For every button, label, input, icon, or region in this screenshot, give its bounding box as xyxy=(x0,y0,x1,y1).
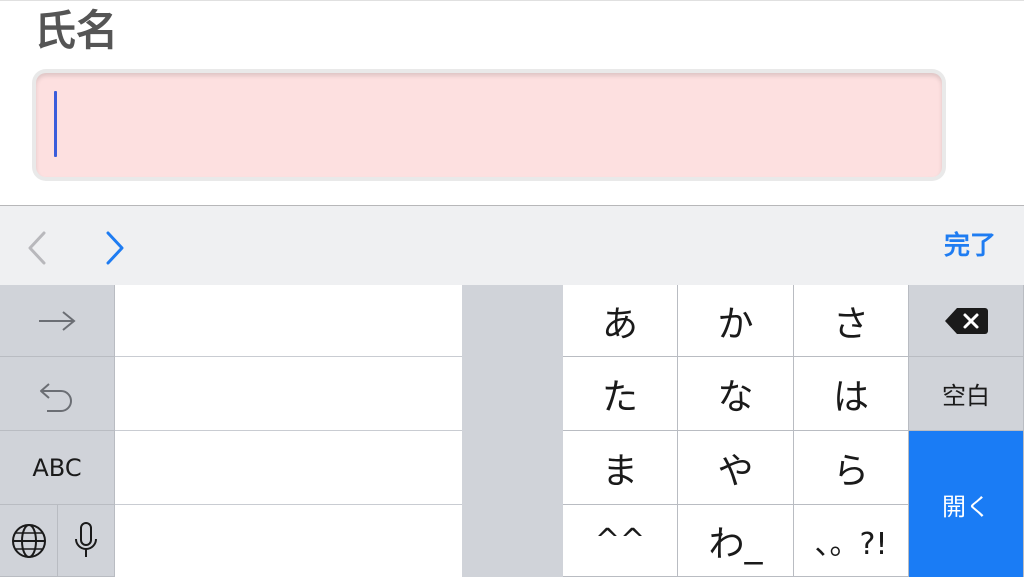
next-field-button[interactable] xyxy=(100,228,130,268)
enter-key[interactable]: 開く xyxy=(909,431,1024,577)
kana-key-a[interactable]: あ xyxy=(563,285,678,357)
undo-key[interactable] xyxy=(0,357,115,431)
kana-key-label: 、。?! xyxy=(814,526,888,562)
candidate-divider xyxy=(115,430,462,431)
kana-key-label: か xyxy=(717,303,754,345)
chevron-right-icon xyxy=(106,231,124,265)
name-input-frame xyxy=(32,69,946,181)
kana-key-sa[interactable]: さ xyxy=(794,285,909,357)
kana-key-wa[interactable]: わ_ xyxy=(678,505,794,577)
kana-key-ta[interactable]: た xyxy=(563,357,678,431)
globe-icon xyxy=(11,523,46,558)
kana-key-label: な xyxy=(717,376,754,418)
text-caret xyxy=(54,91,57,157)
keyboard-gap xyxy=(462,285,563,577)
microphone-icon xyxy=(75,521,97,557)
backspace-key[interactable] xyxy=(909,285,1024,357)
abc-key[interactable]: ABC xyxy=(0,431,115,505)
dictation-key[interactable] xyxy=(58,505,115,577)
done-button[interactable]: 完了 xyxy=(944,228,996,264)
candidate-divider xyxy=(115,504,462,505)
candidate-panel xyxy=(115,285,462,577)
form-area: 氏名 xyxy=(0,0,1024,205)
name-field-label: 氏名 xyxy=(34,6,119,55)
chevron-left-icon xyxy=(28,231,46,265)
space-key[interactable]: 空白 xyxy=(909,357,1024,431)
kana-key-ma[interactable]: ま xyxy=(563,431,678,505)
punctuation-key[interactable]: 、。?! xyxy=(794,505,909,577)
kana-key-ha[interactable]: は xyxy=(794,357,909,431)
keyboard-accessory-bar: 完了 xyxy=(0,205,1024,285)
kaomoji-key[interactable]: ^^ xyxy=(563,505,678,577)
arrow-right-icon xyxy=(39,310,76,331)
backspace-icon xyxy=(945,307,988,334)
space-key-label: 空白 xyxy=(942,382,990,410)
kana-key-label: あ xyxy=(601,303,638,345)
kana-key-label: や xyxy=(717,450,754,492)
kana-key-label: さ xyxy=(832,303,869,345)
kana-key-ya[interactable]: や xyxy=(678,431,794,505)
globe-key[interactable] xyxy=(0,505,58,577)
candidate-divider xyxy=(115,356,462,357)
previous-field-button[interactable] xyxy=(24,228,54,268)
name-input[interactable] xyxy=(36,73,942,177)
kana-key-label: た xyxy=(601,376,638,418)
abc-key-label: ABC xyxy=(32,453,82,482)
kana-key-ka[interactable]: か xyxy=(678,285,794,357)
kana-key-na[interactable]: な xyxy=(678,357,794,431)
kana-keyboard: ABC あ か さ た な は ま や ら ^^ わ_ 、。?! 空白 開く xyxy=(0,285,1024,577)
kana-key-label: ^^ xyxy=(594,523,646,558)
kana-key-label: わ_ xyxy=(708,523,763,565)
enter-key-label: 開く xyxy=(942,492,990,521)
kana-key-ra[interactable]: ら xyxy=(794,431,909,505)
kana-key-label: ら xyxy=(832,450,869,492)
undo-icon xyxy=(40,382,72,412)
kana-key-label: は xyxy=(832,376,869,418)
kana-key-label: ま xyxy=(601,450,638,492)
next-candidate-key[interactable] xyxy=(0,285,115,357)
